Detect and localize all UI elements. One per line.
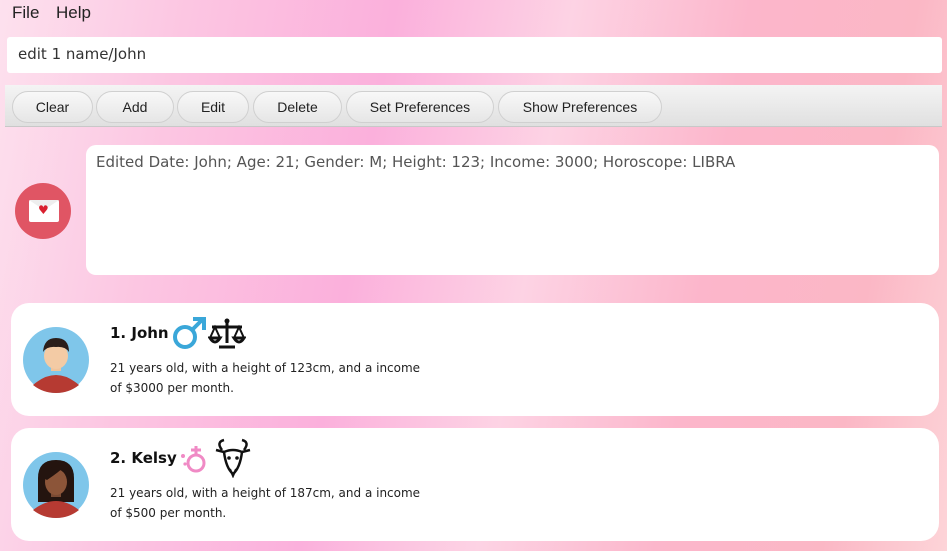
date-card[interactable]: 2. Kelsy 21 years old, with a height of … <box>11 428 939 541</box>
date-card[interactable]: 1. John 21 years old, with a height of 1… <box>11 303 939 416</box>
envelope-shape: ♥ <box>29 200 59 222</box>
delete-button[interactable]: Delete <box>253 91 342 123</box>
card-description: 21 years old, with a height of 187cm, an… <box>110 486 421 520</box>
menu-file[interactable]: File <box>12 3 39 23</box>
command-input[interactable]: edit 1 name/John <box>7 37 942 73</box>
edit-button[interactable]: Edit <box>177 91 249 123</box>
male-avatar-icon <box>23 327 89 393</box>
card-title: 1. John <box>110 324 169 342</box>
show-preferences-button[interactable]: Show Preferences <box>498 91 662 123</box>
capricorn-goat-icon <box>215 438 251 478</box>
female-avatar-icon <box>23 452 89 518</box>
menu-bar: File Help <box>0 0 947 28</box>
heart-icon: ♥ <box>38 203 49 217</box>
result-display: Edited Date: John; Age: 21; Gender: M; H… <box>86 145 939 275</box>
set-preferences-button[interactable]: Set Preferences <box>346 91 494 123</box>
clear-button[interactable]: Clear <box>12 91 93 123</box>
love-letter-icon: ♥ <box>15 183 71 239</box>
add-button[interactable]: Add <box>96 91 174 123</box>
card-description: 21 years old, with a height of 123cm, an… <box>110 361 421 395</box>
female-symbol-icon <box>181 446 206 473</box>
toolbar: Clear Add Edit Delete Set Preferences Sh… <box>5 85 942 127</box>
menu-help[interactable]: Help <box>56 3 91 23</box>
libra-icon <box>208 318 246 349</box>
card-title: 2. Kelsy <box>110 449 177 467</box>
male-symbol-icon <box>173 317 206 349</box>
